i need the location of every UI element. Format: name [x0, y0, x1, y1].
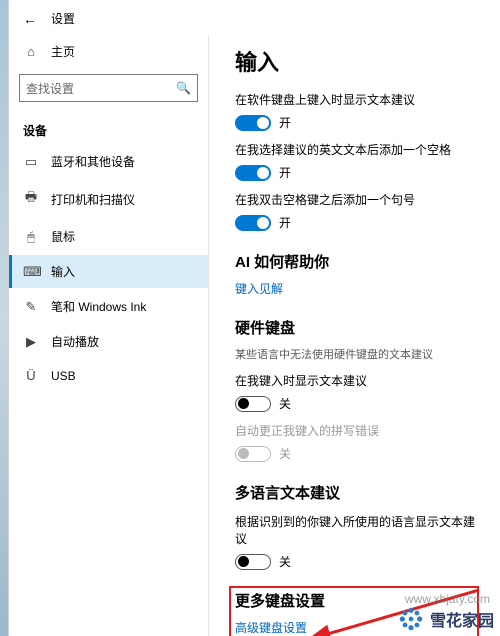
section-heading-ai: AI 如何帮助你 — [235, 251, 480, 272]
search-icon: 🔍 — [176, 81, 191, 95]
section-heading-hardware: 硬件键盘 — [235, 317, 480, 338]
toggle-row: 关 — [235, 395, 480, 412]
printer-icon: 🖶 — [23, 188, 39, 210]
toggle-row: 关 — [235, 553, 480, 570]
content-pane[interactable]: 输入 在软件键盘上键入时显示文本建议 开 在我选择建议的英文文本后添加一个空格 … — [209, 35, 500, 636]
option-label: 在我选择建议的英文文本后添加一个空格 — [235, 141, 480, 158]
toggle-row: 开 — [235, 114, 480, 131]
autoplay-icon: ▶ — [23, 334, 39, 350]
toggle-show-suggestions[interactable] — [235, 115, 271, 131]
sidebar-item-autoplay[interactable]: ▶ 自动播放 — [9, 325, 208, 358]
pen-icon: ✎ — [23, 299, 39, 315]
sidebar: ⌂ 主页 查找设置 🔍 设备 ▭ 蓝牙和其他设备 🖶 打印机和扫描仪 🖱 鼠标 — [9, 35, 209, 636]
sidebar-item-label: 输入 — [51, 263, 75, 280]
sidebar-item-label: 蓝牙和其他设备 — [51, 153, 135, 170]
search-placeholder: 查找设置 — [26, 80, 74, 97]
back-icon[interactable]: ← — [23, 11, 37, 27]
toggle-add-period[interactable] — [235, 215, 271, 231]
sidebar-item-mouse[interactable]: 🖱 鼠标 — [9, 220, 208, 253]
toggle-multilang[interactable] — [235, 554, 271, 570]
option-label: 在软件键盘上键入时显示文本建议 — [235, 91, 480, 108]
keyboard-icon: ⌨ — [23, 264, 39, 280]
sidebar-home[interactable]: ⌂ 主页 — [9, 35, 208, 68]
option-label: 在我键入时显示文本建议 — [235, 372, 480, 389]
toggle-state: 关 — [279, 395, 291, 412]
toggle-row: 关 — [235, 445, 480, 462]
link-advanced-keyboard[interactable]: 高级键盘设置 — [235, 619, 480, 636]
toggle-state: 开 — [279, 114, 291, 131]
sidebar-section-label: 设备 — [9, 114, 208, 143]
toggle-row: 开 — [235, 214, 480, 231]
sidebar-item-printers[interactable]: 🖶 打印机和扫描仪 — [9, 180, 208, 218]
desktop-strip — [0, 0, 8, 636]
link-typing-insights[interactable]: 键入见解 — [235, 280, 480, 297]
window-body: ⌂ 主页 查找设置 🔍 设备 ▭ 蓝牙和其他设备 🖶 打印机和扫描仪 🖱 鼠标 — [9, 35, 500, 636]
toggle-state: 关 — [279, 445, 291, 462]
section-desc: 某些语言中无法使用硬件键盘的文本建议 — [235, 346, 480, 362]
bluetooth-icon: ▭ — [23, 154, 39, 170]
mouse-icon: 🖱 — [23, 229, 39, 245]
sidebar-item-label: 鼠标 — [51, 228, 75, 245]
sidebar-item-pen[interactable]: ✎ 笔和 Windows Ink — [9, 290, 208, 323]
toggle-hw-autocorrect — [235, 446, 271, 462]
toggle-row: 开 — [235, 164, 480, 181]
sidebar-item-label: 笔和 Windows Ink — [51, 298, 146, 315]
option-label: 在我双击空格键之后添加一个句号 — [235, 191, 480, 208]
toggle-hw-suggestions[interactable] — [235, 396, 271, 412]
section-heading-multilang: 多语言文本建议 — [235, 482, 480, 503]
sidebar-item-label: 打印机和扫描仪 — [51, 191, 135, 208]
search-input[interactable]: 查找设置 🔍 — [19, 74, 198, 102]
sidebar-item-label: USB — [51, 369, 76, 383]
sidebar-item-usb[interactable]: Ü USB — [9, 360, 208, 391]
page-title: 输入 — [235, 45, 480, 77]
toggle-state: 开 — [279, 164, 291, 181]
window-header: ← 设置 — [9, 0, 500, 35]
section-heading-more: 更多键盘设置 — [235, 590, 480, 611]
toggle-state: 开 — [279, 214, 291, 231]
settings-window: ← 设置 ⌂ 主页 查找设置 🔍 设备 ▭ 蓝牙和其他设备 🖶 打印机和扫描仪 — [8, 0, 500, 636]
sidebar-item-bluetooth[interactable]: ▭ 蓝牙和其他设备 — [9, 145, 208, 178]
header-title: 设置 — [51, 10, 75, 27]
option-label: 根据识别到的你键入所使用的语言显示文本建议 — [235, 513, 480, 547]
sidebar-item-label: 主页 — [51, 43, 75, 60]
home-icon: ⌂ — [23, 44, 39, 59]
sidebar-item-typing[interactable]: ⌨ 输入 — [9, 255, 208, 288]
toggle-state: 关 — [279, 553, 291, 570]
search-wrap: 查找设置 🔍 — [9, 70, 208, 112]
toggle-add-space[interactable] — [235, 165, 271, 181]
usb-icon: Ü — [23, 368, 39, 383]
option-label: 自动更正我键入的拼写错误 — [235, 422, 480, 439]
sidebar-item-label: 自动播放 — [51, 333, 99, 350]
